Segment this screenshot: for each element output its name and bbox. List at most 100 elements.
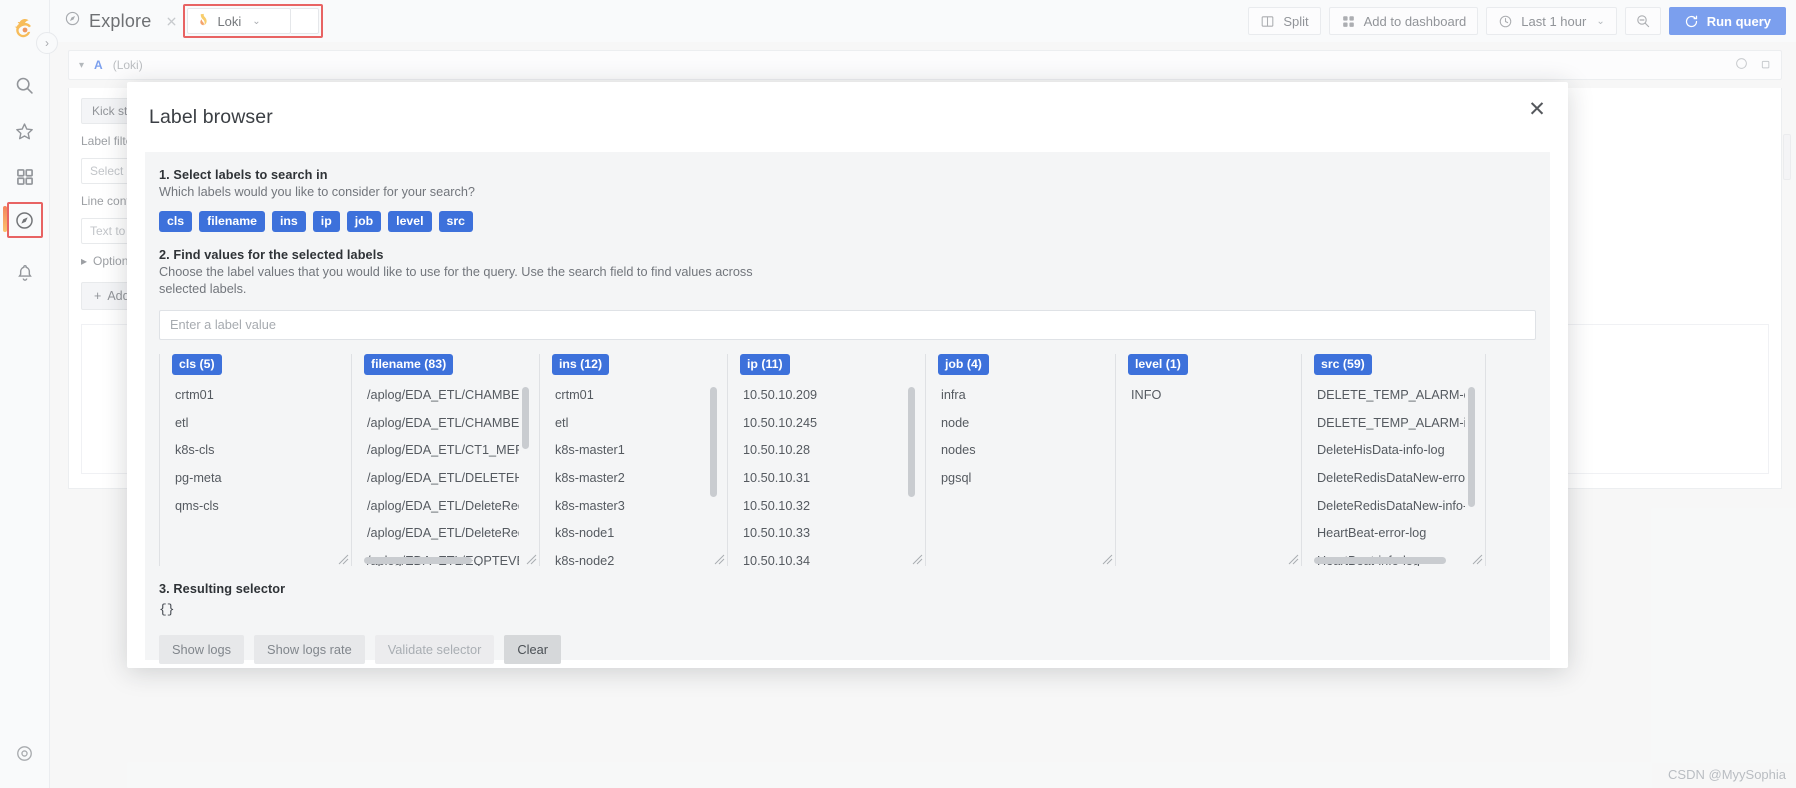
label-column-header-ins[interactable]: ins (12) [552,353,610,375]
step-3-title: 3. Resulting selector [159,581,286,596]
label-browser-modal: Label browser ✕ 1. Select labels to sear… [127,82,1568,668]
label-value-list-cls: crtm01 etl k8s-cls pg-meta qms-cls [172,385,343,566]
horizontal-scrollbar-filename[interactable] [364,556,472,564]
modal-action-bar: Show logs Show logs rate Validate select… [159,634,1536,664]
resize-grip-job[interactable] [1101,553,1113,565]
label-chip-list: cls filename ins ip job level src [159,210,1536,233]
label-column-header-level[interactable]: level (1) [1128,353,1188,375]
step-1-title: 1. Select labels to search in [159,168,328,182]
label-value-list-filename: /aplog/EDA_ETL/CHAMBERHST2/aplog/EDA_ETL… [364,385,531,566]
label-value-list-src: DELETE_TEMP_ALARM-error-log DELETE_TEMP_A… [1314,385,1477,566]
label-value-item[interactable]: pg-meta [172,468,331,489]
label-chip-ins[interactable]: ins [272,210,306,233]
label-value-item[interactable]: 10.50.10.245 [740,413,905,434]
show-logs-button[interactable]: Show logs [159,634,245,664]
label-column-header-job[interactable]: job (4) [938,353,989,375]
label-value-item[interactable]: k8s-cls [172,440,331,461]
label-value-list-ins: crtm01 etl k8s-master1 k8s-master2 k8s-maste… [552,385,719,566]
label-chip-level[interactable]: level [388,210,432,233]
label-column-ip: ip (11) 10.50.10.209 10.50.10.245 10.50.10.… [727,353,925,566]
label-value-item[interactable]: 10.50.10.33 [740,523,905,544]
label-value-item[interactable]: node [938,413,1095,434]
label-value-item[interactable]: /aplog/EDA_ETL/CT1_MERQMSG [364,440,519,461]
label-value-item[interactable]: /aplog/EDA_ETL/DELETEHISDAT/ [364,468,519,489]
label-value-item[interactable]: DELETE_TEMP_ALARM-info-log [1314,413,1465,434]
label-value-list-job: infra node nodes pgsql [938,385,1107,566]
label-chip-job[interactable]: job [346,210,382,233]
label-value-item[interactable]: /aplog/EDA_ETL/DeleteRedisDat [364,523,519,544]
resize-grip-src[interactable] [1471,553,1483,565]
label-column-filename: filename (83)/aplog/EDA_ETL/CHAMBERHST2/… [351,353,539,566]
step-2-title: 2. Find values for the selected labels [159,248,384,263]
resize-grip-ins[interactable] [713,553,725,565]
show-logs-rate-button[interactable]: Show logs rate [254,634,365,664]
label-column-src: src (59)DELETE_TEMP_ALARM-error-logDELET… [1301,353,1486,566]
label-column-header-ip[interactable]: ip (11) [740,353,790,375]
label-chip-filename[interactable]: filename [199,210,265,233]
clear-button[interactable]: Clear [504,634,561,664]
label-column-header-filename[interactable]: filename (83) [364,353,454,375]
label-value-item[interactable]: 10.50.10.209 [740,385,905,406]
label-value-columns: cls (5) crtm01 etl k8s-cls pg-meta qms-cls fil… [159,353,1536,566]
label-column-cls: cls (5) crtm01 etl k8s-cls pg-meta qms-cls [159,353,351,566]
label-value-item[interactable]: 10.50.10.31 [740,468,905,489]
resulting-selector: {} [159,601,175,617]
label-value-item[interactable]: DeleteRedisDataNew-error-log [1314,468,1465,489]
label-value-list-ip: 10.50.10.209 10.50.10.245 10.50.10.28 10.50… [740,385,917,566]
label-value-item[interactable]: k8s-master1 [552,440,707,461]
label-value-item[interactable]: etl [172,413,331,434]
vertical-scrollbar-ip[interactable] [908,386,915,497]
label-value-item[interactable]: qms-cls [172,496,331,517]
label-column-header-src[interactable]: src (59) [1314,353,1372,375]
label-value-item[interactable]: 10.50.10.28 [740,440,905,461]
app-root: › Explore Loki ⌄ Split Add to dashboard … [0,0,1796,788]
label-value-item[interactable]: k8s-master2 [552,468,707,489]
label-value-item[interactable]: k8s-node2 [552,551,707,566]
resize-grip-ip[interactable] [911,553,923,565]
label-value-item[interactable]: crtm01 [172,385,331,406]
resize-grip-filename[interactable] [525,553,537,565]
validate-selector-button[interactable]: Validate selector [374,634,495,664]
label-value-item[interactable]: DeleteRedisDataNew-info-log [1314,496,1465,517]
label-chip-src[interactable]: src [438,210,473,233]
resize-grip-level[interactable] [1287,553,1299,565]
step-1: 1. Select labels to search in Which labe… [159,168,1536,233]
label-value-item[interactable]: DeleteHisData-info-log [1314,440,1465,461]
label-value-item[interactable]: /aplog/EDA_ETL/DeleteRedisDat [364,496,519,517]
step-2-description: Choose the label values that you would l… [159,265,753,296]
modal-body: 1. Select labels to search in Which labe… [145,152,1550,664]
label-value-item[interactable]: k8s-master3 [552,496,707,517]
label-value-item[interactable]: /aplog/EDA_ETL/CHAMBERHST2 [364,413,519,434]
label-value-list-level: INFO [1128,385,1293,566]
label-chip-cls[interactable]: cls [159,210,193,233]
label-value-item[interactable]: pgsql [938,468,1095,489]
label-value-item[interactable]: k8s-node1 [552,523,707,544]
label-value-item[interactable]: 10.50.10.34 [740,551,905,566]
label-value-item[interactable]: 10.50.10.32 [740,496,905,517]
step-2: 2. Find values for the selected labels C… [159,248,1536,340]
resize-grip-cls[interactable] [337,553,349,565]
step-1-description: Which labels would you like to consider … [159,185,475,199]
horizontal-scrollbar-src[interactable] [1314,556,1446,564]
step-3: 3. Resulting selector {} [159,582,1536,617]
label-value-item[interactable]: crtm01 [552,385,707,406]
label-value-item[interactable]: /aplog/EDA_ETL/CHAMBERHST2 [364,385,519,406]
modal-header: Label browser ✕ [127,82,1568,134]
label-column-job: job (4) infra node nodes pgsql [925,353,1115,566]
label-value-item[interactable]: INFO [1128,385,1281,406]
label-column-header-cls[interactable]: cls (5) [172,353,222,375]
label-value-item[interactable]: etl [552,413,707,434]
label-value-item[interactable]: DELETE_TEMP_ALARM-error-log [1314,385,1465,406]
modal-title: Label browser [149,105,273,128]
label-value-search-input[interactable] [159,309,1536,340]
vertical-scrollbar-filename[interactable] [522,386,529,449]
label-value-item[interactable]: HeartBeat-error-log [1314,523,1465,544]
vertical-scrollbar-src[interactable] [1468,386,1475,507]
label-value-item[interactable]: infra [938,385,1095,406]
label-column-ins: ins (12) crtm01 etl k8s-master1 k8s-master2 k… [539,353,727,566]
close-icon[interactable]: ✕ [1524,96,1550,122]
vertical-scrollbar-ins[interactable] [710,386,717,497]
label-chip-ip[interactable]: ip [312,210,340,233]
label-value-item[interactable]: nodes [938,440,1095,461]
watermark: CSDN @MyySophia [1668,767,1786,782]
